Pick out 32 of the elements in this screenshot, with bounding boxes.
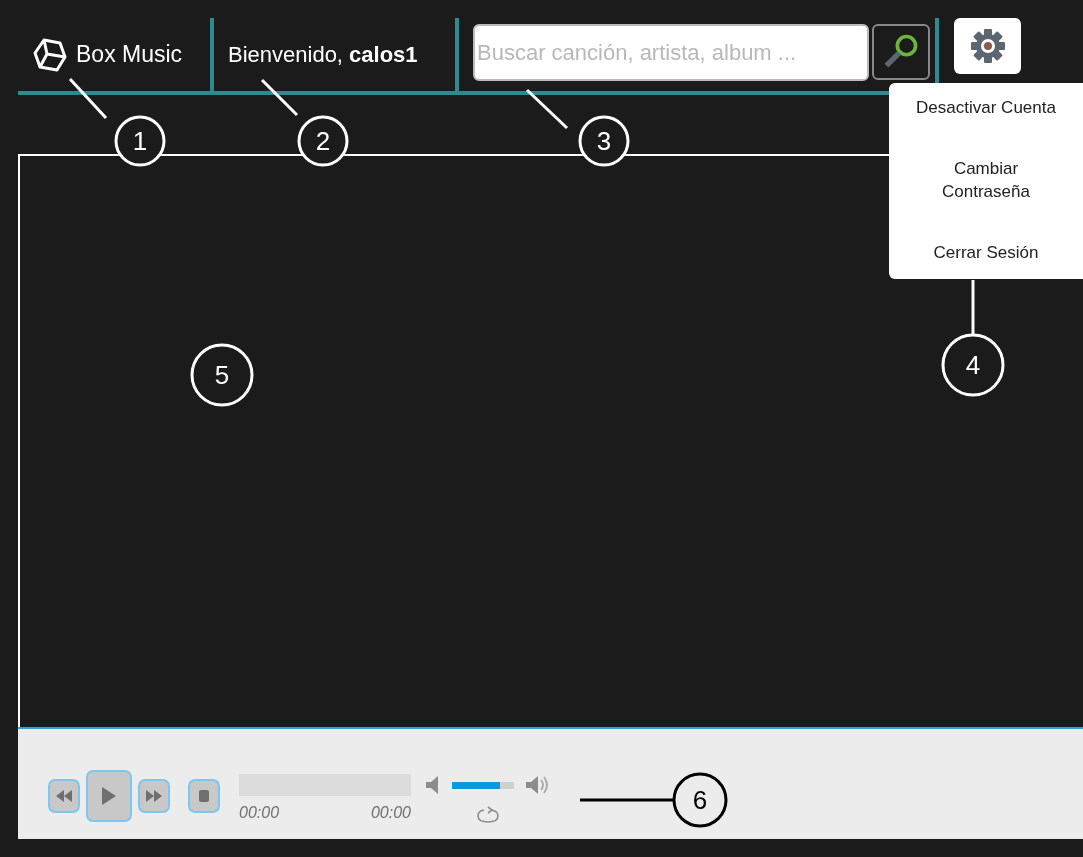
- callout-marker: 6: [672, 772, 728, 828]
- repeat-icon: [476, 806, 500, 824]
- elapsed-time: 00:00: [239, 804, 280, 822]
- stop-button[interactable]: [188, 779, 220, 813]
- callout-marker: 4: [941, 333, 1005, 397]
- callout-marker: 2: [297, 115, 349, 167]
- fast-forward-icon: [146, 790, 162, 802]
- play-icon: [102, 787, 116, 805]
- callout-marker: 1: [114, 115, 166, 167]
- leader-line: [68, 78, 108, 119]
- play-button[interactable]: [86, 770, 132, 822]
- menu-item[interactable]: Desactivar Cuenta: [889, 97, 1083, 120]
- cube-icon: [32, 36, 68, 73]
- settings-button[interactable]: [954, 18, 1021, 74]
- speaker-icon: [426, 775, 440, 795]
- menu-item[interactable]: Cerrar Sesión: [889, 242, 1083, 265]
- menu-item[interactable]: Cambiar Contraseña: [889, 158, 1083, 204]
- callout-marker: 3: [578, 115, 630, 167]
- rewind-icon: [56, 790, 72, 802]
- rewind-button[interactable]: [48, 779, 80, 813]
- speaker-loud-icon: [526, 775, 550, 795]
- leader-line: [260, 78, 299, 117]
- leader-line: [525, 88, 569, 130]
- volume-slider[interactable]: [452, 781, 514, 789]
- fast-forward-button[interactable]: [138, 779, 170, 813]
- app-name: Box Music: [76, 41, 183, 68]
- search-field[interactable]: Buscar canción, artista, album ...: [473, 24, 869, 81]
- total-time: 00:00: [370, 804, 411, 822]
- callout-marker: 5: [190, 343, 254, 407]
- search-button[interactable]: [872, 24, 930, 80]
- welcome-text: Bienvenido, calos1: [228, 41, 418, 68]
- stop-icon: [199, 790, 209, 802]
